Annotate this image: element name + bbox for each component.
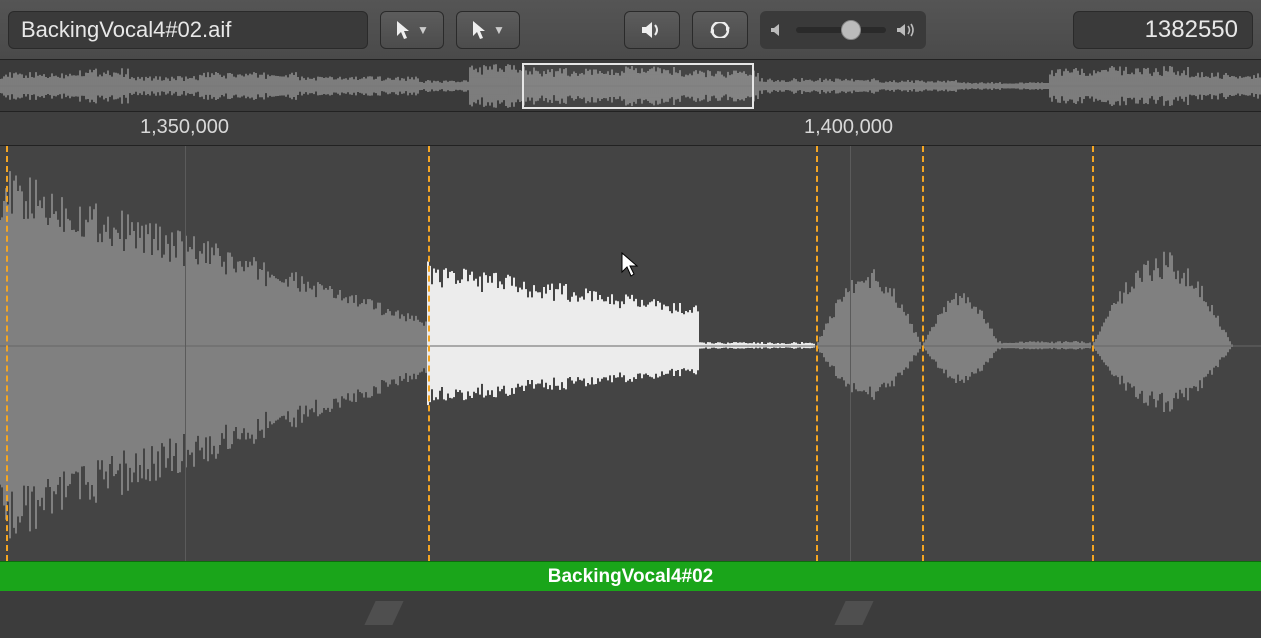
gridline [850,146,851,561]
transient-marker[interactable] [6,146,8,561]
chevron-down-icon: ▼ [493,23,505,37]
filename-field[interactable]: BackingVocal4#02.aif [8,11,368,49]
volume-slider-thumb[interactable] [841,20,861,40]
timeline-ruler[interactable]: 1,350,000 1,400,000 [0,112,1261,146]
transient-marker[interactable] [816,146,818,561]
playhead-position-readout[interactable]: 1382550 [1073,11,1253,49]
speaker-low-icon [770,23,786,37]
loop-icon [708,22,732,38]
pointer-icon [471,20,487,40]
transient-marker[interactable] [922,146,924,561]
main-waveform-area[interactable] [0,146,1261,561]
transient-marker[interactable] [1092,146,1094,561]
region-label: BackingVocal4#02 [548,566,713,588]
overview-waveform[interactable] [0,60,1261,112]
volume-slider-track[interactable] [796,27,886,33]
toolbar: BackingVocal4#02.aif ▼ ▼ [0,0,1261,60]
gridline [185,146,186,561]
main-waveform-svg [0,146,1261,561]
chevron-down-icon: ▼ [417,23,429,37]
volume-control [760,11,926,49]
footer-decoration [364,601,403,625]
speaker-high-icon [896,23,916,37]
ruler-label: 1,350,000 [140,116,229,139]
preview-audio-button[interactable] [624,11,680,49]
overview-viewport-box[interactable] [522,63,754,109]
pointer-tool-right[interactable]: ▼ [456,11,520,49]
pointer-icon [395,20,411,40]
position-value: 1382550 [1145,16,1238,44]
speaker-icon [641,21,663,39]
cycle-loop-button[interactable] [692,11,748,49]
ruler-label: 1,400,000 [804,116,893,139]
footer [0,591,1261,638]
transient-marker[interactable] [428,146,430,561]
region-bar[interactable]: BackingVocal4#02 [0,561,1261,591]
filename-text: BackingVocal4#02.aif [21,17,231,43]
footer-decoration [834,601,873,625]
pointer-tool-left[interactable]: ▼ [380,11,444,49]
